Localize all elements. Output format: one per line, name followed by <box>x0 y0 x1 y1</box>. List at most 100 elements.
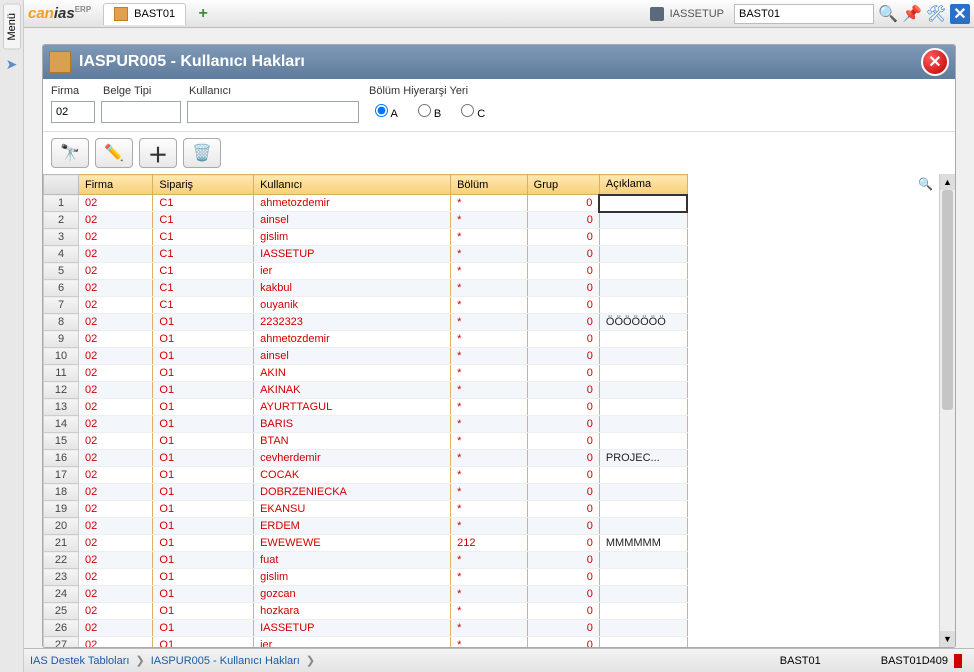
cell-kullanici[interactable]: cevherdemir <box>254 450 451 467</box>
table-row[interactable]: 802O12232323*0ÖÖÖÖÖÖÖ <box>44 314 688 331</box>
cell-bolum[interactable]: * <box>451 467 528 484</box>
cell-kullanici[interactable]: BARIS <box>254 416 451 433</box>
add-button[interactable]: ＋ <box>139 138 177 168</box>
search-icon[interactable]: 🔍 <box>878 4 898 24</box>
table-row[interactable]: 1602O1cevherdemir*0PROJEC... <box>44 450 688 467</box>
cell-bolum[interactable]: * <box>451 501 528 518</box>
cell-kullanici[interactable]: gislim <box>254 229 451 246</box>
cell-firma[interactable]: 02 <box>79 297 153 314</box>
current-user[interactable]: IASSETUP <box>650 7 724 21</box>
cell-firma[interactable]: 02 <box>79 518 153 535</box>
cell-bolum[interactable]: * <box>451 246 528 263</box>
table-row[interactable]: 302C1gislim*0 <box>44 229 688 246</box>
cell-bolum[interactable]: * <box>451 518 528 535</box>
table-row[interactable]: 1902O1EKANSU*0 <box>44 501 688 518</box>
col-rownum[interactable] <box>44 175 79 195</box>
cell-kullanici[interactable]: gozcan <box>254 586 451 603</box>
cell-grup[interactable]: 0 <box>527 212 599 229</box>
cell-siparis[interactable]: O1 <box>153 518 254 535</box>
col-firma[interactable]: Firma <box>79 175 153 195</box>
cell-bolum[interactable]: * <box>451 484 528 501</box>
cell-firma[interactable]: 02 <box>79 450 153 467</box>
cell-grup[interactable]: 0 <box>527 263 599 280</box>
window-close-button[interactable]: ✕ <box>921 48 949 76</box>
cell-bolum[interactable]: * <box>451 365 528 382</box>
cell-siparis[interactable]: C1 <box>153 212 254 229</box>
cell-grup[interactable]: 0 <box>527 331 599 348</box>
cell-siparis[interactable]: C1 <box>153 195 254 212</box>
cell-kullanici[interactable]: ERDEM <box>254 518 451 535</box>
cell-grup[interactable]: 0 <box>527 450 599 467</box>
cell-siparis[interactable]: O1 <box>153 467 254 484</box>
cell-grup[interactable]: 0 <box>527 552 599 569</box>
table-row[interactable]: 702C1ouyanik*0 <box>44 297 688 314</box>
cell-bolum[interactable]: * <box>451 195 528 212</box>
cell-bolum[interactable]: * <box>451 280 528 297</box>
cell-aciklama[interactable] <box>599 297 687 314</box>
cell-firma[interactable]: 02 <box>79 484 153 501</box>
scroll-up-icon[interactable]: ▲ <box>940 174 955 190</box>
cell-grup[interactable]: 0 <box>527 467 599 484</box>
cell-bolum[interactable]: * <box>451 637 528 648</box>
cell-bolum[interactable]: * <box>451 263 528 280</box>
cell-aciklama[interactable] <box>599 501 687 518</box>
cell-kullanici[interactable]: ahmetozdemir <box>254 331 451 348</box>
cell-kullanici[interactable]: gislim <box>254 569 451 586</box>
cell-grup[interactable]: 0 <box>527 518 599 535</box>
top-search-input[interactable] <box>734 4 874 24</box>
cell-bolum[interactable]: * <box>451 450 528 467</box>
cell-firma[interactable]: 02 <box>79 399 153 416</box>
cell-firma[interactable]: 02 <box>79 467 153 484</box>
belge-tipi-input[interactable] <box>101 101 181 123</box>
cell-aciklama[interactable] <box>599 552 687 569</box>
cell-grup[interactable]: 0 <box>527 416 599 433</box>
cell-siparis[interactable]: O1 <box>153 331 254 348</box>
table-row[interactable]: 2302O1gislim*0 <box>44 569 688 586</box>
cell-firma[interactable]: 02 <box>79 382 153 399</box>
cell-firma[interactable]: 02 <box>79 501 153 518</box>
table-row[interactable]: 102C1ahmetozdemir*0 <box>44 195 688 212</box>
cell-grup[interactable]: 0 <box>527 348 599 365</box>
cell-firma[interactable]: 02 <box>79 620 153 637</box>
cell-kullanici[interactable]: ouyanik <box>254 297 451 314</box>
cell-siparis[interactable]: O1 <box>153 348 254 365</box>
cell-grup[interactable]: 0 <box>527 365 599 382</box>
radio-b[interactable]: B <box>418 104 441 120</box>
cell-aciklama[interactable] <box>599 603 687 620</box>
cell-kullanici[interactable]: IASSETUP <box>254 246 451 263</box>
cell-firma[interactable]: 02 <box>79 229 153 246</box>
edit-button[interactable]: ✏️ <box>95 138 133 168</box>
cell-kullanici[interactable]: ahmetozdemir <box>254 195 451 212</box>
app-close-button[interactable]: ✕ <box>950 4 970 24</box>
table-row[interactable]: 2202O1fuat*0 <box>44 552 688 569</box>
cell-kullanici[interactable]: AKINAK <box>254 382 451 399</box>
menu-tab[interactable]: Menü <box>3 4 21 50</box>
cell-grup[interactable]: 0 <box>527 637 599 648</box>
cell-grup[interactable]: 0 <box>527 246 599 263</box>
cell-grup[interactable]: 0 <box>527 399 599 416</box>
cell-aciklama[interactable] <box>599 586 687 603</box>
cell-grup[interactable]: 0 <box>527 484 599 501</box>
table-row[interactable]: 2502O1hozkara*0 <box>44 603 688 620</box>
cell-bolum[interactable]: * <box>451 382 528 399</box>
cell-firma[interactable]: 02 <box>79 637 153 648</box>
cell-kullanici[interactable]: EKANSU <box>254 501 451 518</box>
cell-grup[interactable]: 0 <box>527 603 599 620</box>
cell-firma[interactable]: 02 <box>79 195 153 212</box>
cell-siparis[interactable]: C1 <box>153 280 254 297</box>
cell-kullanici[interactable]: COCAK <box>254 467 451 484</box>
table-row[interactable]: 602C1kakbul*0 <box>44 280 688 297</box>
table-row[interactable]: 1302O1AYURTTAGUL*0 <box>44 399 688 416</box>
cell-aciklama[interactable] <box>599 280 687 297</box>
cell-grup[interactable]: 0 <box>527 280 599 297</box>
cell-siparis[interactable]: O1 <box>153 637 254 648</box>
cell-firma[interactable]: 02 <box>79 552 153 569</box>
cell-siparis[interactable]: C1 <box>153 246 254 263</box>
cell-firma[interactable]: 02 <box>79 535 153 552</box>
cell-kullanici[interactable]: 2232323 <box>254 314 451 331</box>
cell-aciklama[interactable] <box>599 348 687 365</box>
cell-grup[interactable]: 0 <box>527 297 599 314</box>
table-row[interactable]: 2002O1ERDEM*0 <box>44 518 688 535</box>
cell-grup[interactable]: 0 <box>527 433 599 450</box>
table-row[interactable]: 402C1IASSETUP*0 <box>44 246 688 263</box>
